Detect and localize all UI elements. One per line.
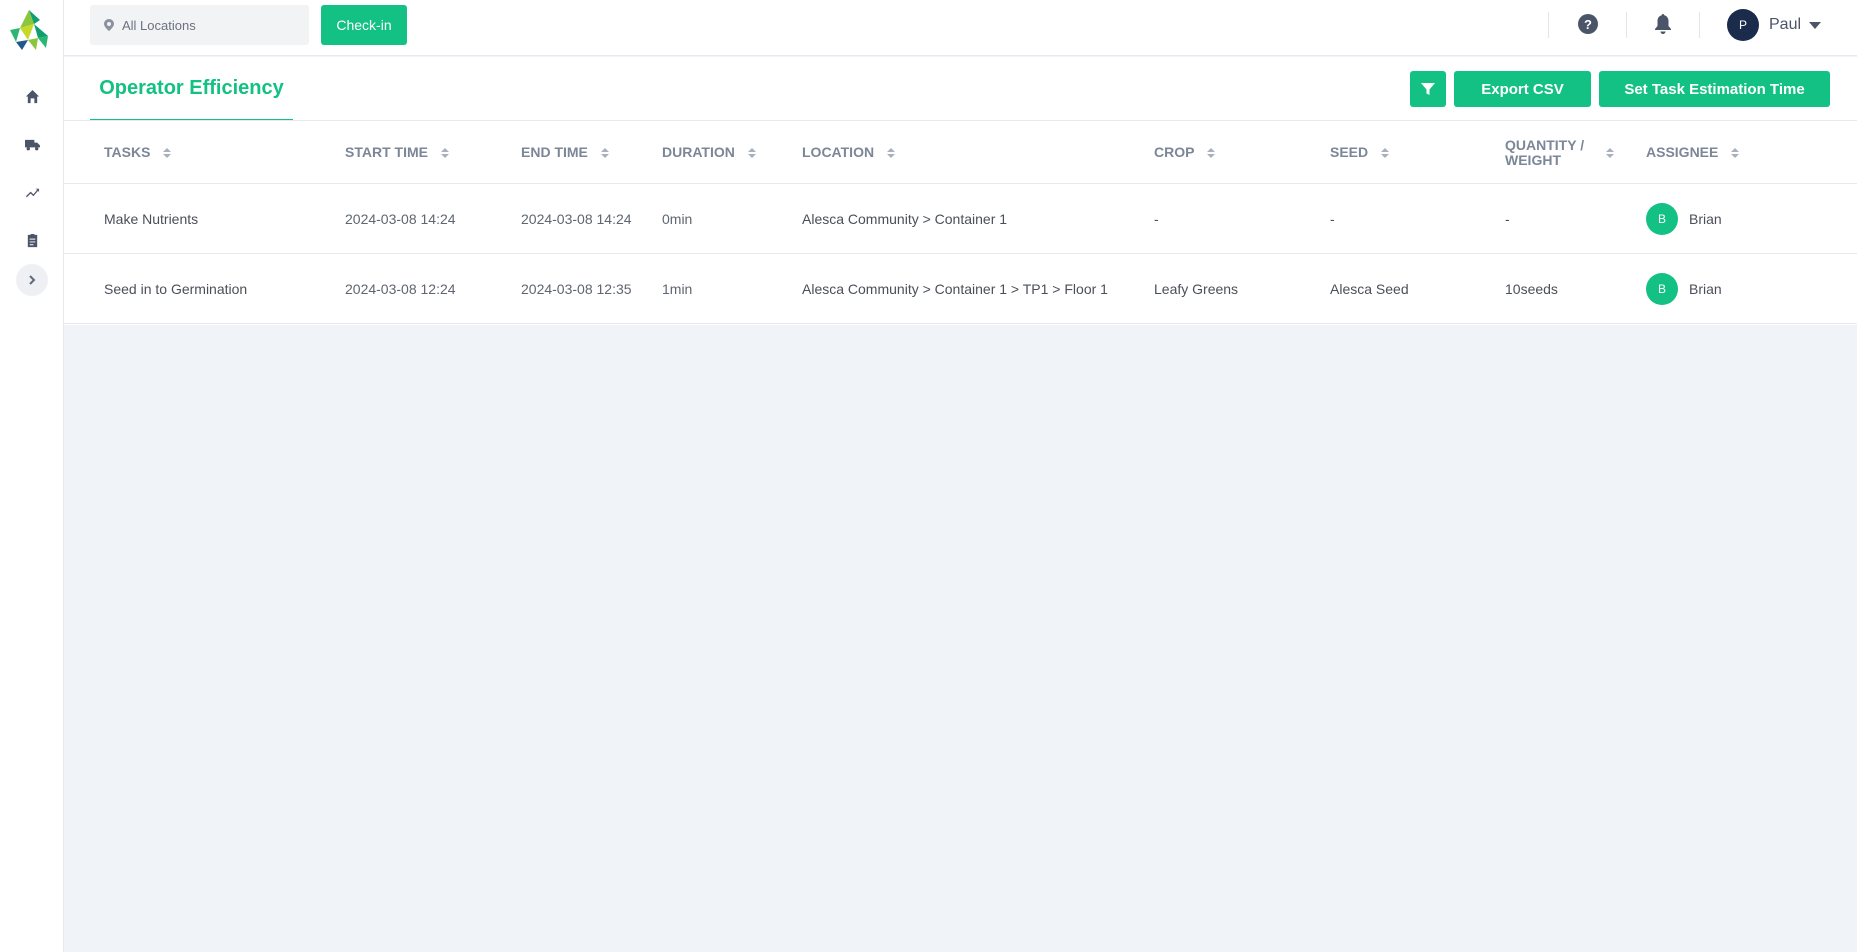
header-tasks[interactable]: TASKS: [104, 121, 172, 184]
cell-start-time: 2024-03-08 14:24: [345, 211, 456, 227]
cell-location: Alesca Community > Container 1: [802, 211, 1008, 227]
assignee-name: Brian: [1689, 211, 1722, 227]
sort-icon: [887, 147, 896, 158]
home-icon[interactable]: [18, 82, 46, 110]
location-placeholder: All Locations: [122, 17, 196, 33]
divider: [1699, 12, 1700, 38]
divider: [1548, 12, 1549, 38]
sort-icon: [1381, 147, 1390, 158]
cell-crop: -: [1154, 211, 1159, 227]
assignee-name: Brian: [1689, 281, 1722, 297]
avatar: B: [1646, 273, 1678, 305]
table-header: TASKS START TIME END TIME DURATION LOCAT…: [64, 121, 1857, 184]
user-menu[interactable]: P Paul: [1727, 9, 1822, 41]
cell-seed: Alesca Seed: [1330, 281, 1409, 297]
clipboard-icon[interactable]: [18, 226, 46, 254]
table-row[interactable]: Make Nutrients 2024-03-08 14:24 2024-03-…: [64, 184, 1857, 254]
filter-button[interactable]: [1410, 71, 1446, 107]
cell-duration: 0min: [662, 211, 693, 227]
location-select[interactable]: All Locations: [90, 5, 309, 45]
sort-icon: [1207, 147, 1216, 158]
top-bar: All Locations Check-in ? P Paul: [64, 0, 1857, 56]
sort-icon: [747, 147, 756, 158]
header-assignee[interactable]: ASSIGNEE: [1646, 121, 1740, 184]
header-duration[interactable]: DURATION: [662, 121, 756, 184]
sort-icon: [440, 147, 449, 158]
cell-seed: -: [1330, 211, 1335, 227]
header-location[interactable]: LOCATION: [802, 121, 896, 184]
tab-operator-efficiency[interactable]: Operator Efficiency: [90, 57, 293, 121]
efficiency-table: TASKS START TIME END TIME DURATION LOCAT…: [64, 121, 1857, 324]
avatar: B: [1646, 203, 1678, 235]
sort-icon: [1606, 147, 1615, 158]
divider: [1626, 12, 1627, 38]
truck-icon[interactable]: [18, 130, 46, 158]
cell-quantity: 10seeds: [1505, 281, 1558, 297]
sort-icon: [163, 147, 172, 158]
help-icon[interactable]: ?: [1578, 14, 1598, 34]
cell-location: Alesca Community > Container 1 > TP1 > F…: [802, 281, 1108, 297]
header-seed[interactable]: SEED: [1330, 121, 1390, 184]
header-end-time[interactable]: END TIME: [521, 121, 609, 184]
cell-assignee: B Brian: [1646, 184, 1722, 254]
header-start-time[interactable]: START TIME: [345, 121, 449, 184]
header-quantity-weight[interactable]: QUANTITY / WEIGHT: [1505, 121, 1615, 184]
bell-icon[interactable]: [1653, 13, 1673, 35]
user-name: Paul: [1769, 16, 1802, 33]
export-csv-button[interactable]: Export CSV: [1454, 71, 1591, 107]
cell-assignee: B Brian: [1646, 254, 1722, 324]
cell-task: Make Nutrients: [104, 211, 199, 227]
trending-icon[interactable]: [18, 178, 46, 206]
main-panel: Operator Efficiency Export CSV Set Task …: [64, 57, 1857, 325]
caret-down-icon: [1809, 21, 1822, 29]
set-task-estimation-button[interactable]: Set Task Estimation Time: [1599, 71, 1830, 107]
cell-crop: Leafy Greens: [1154, 281, 1239, 297]
cell-end-time: 2024-03-08 12:35: [521, 281, 632, 297]
map-pin-icon: [104, 19, 114, 31]
filter-icon: [1421, 83, 1435, 95]
leaf-triangle-logo[interactable]: [8, 8, 50, 52]
cell-duration: 1min: [662, 281, 693, 297]
sidebar: [0, 0, 64, 952]
checkin-button[interactable]: Check-in: [321, 5, 407, 45]
header-crop[interactable]: CROP: [1154, 121, 1216, 184]
table-row[interactable]: Seed in to Germination 2024-03-08 12:24 …: [64, 254, 1857, 324]
cell-start-time: 2024-03-08 12:24: [345, 281, 456, 297]
cell-task: Seed in to Germination: [104, 281, 248, 297]
cell-quantity: -: [1505, 211, 1510, 227]
chevron-right-icon[interactable]: [16, 264, 48, 296]
sort-icon: [600, 147, 609, 158]
avatar: P: [1727, 9, 1759, 41]
sort-icon: [1731, 147, 1740, 158]
cell-end-time: 2024-03-08 14:24: [521, 211, 632, 227]
